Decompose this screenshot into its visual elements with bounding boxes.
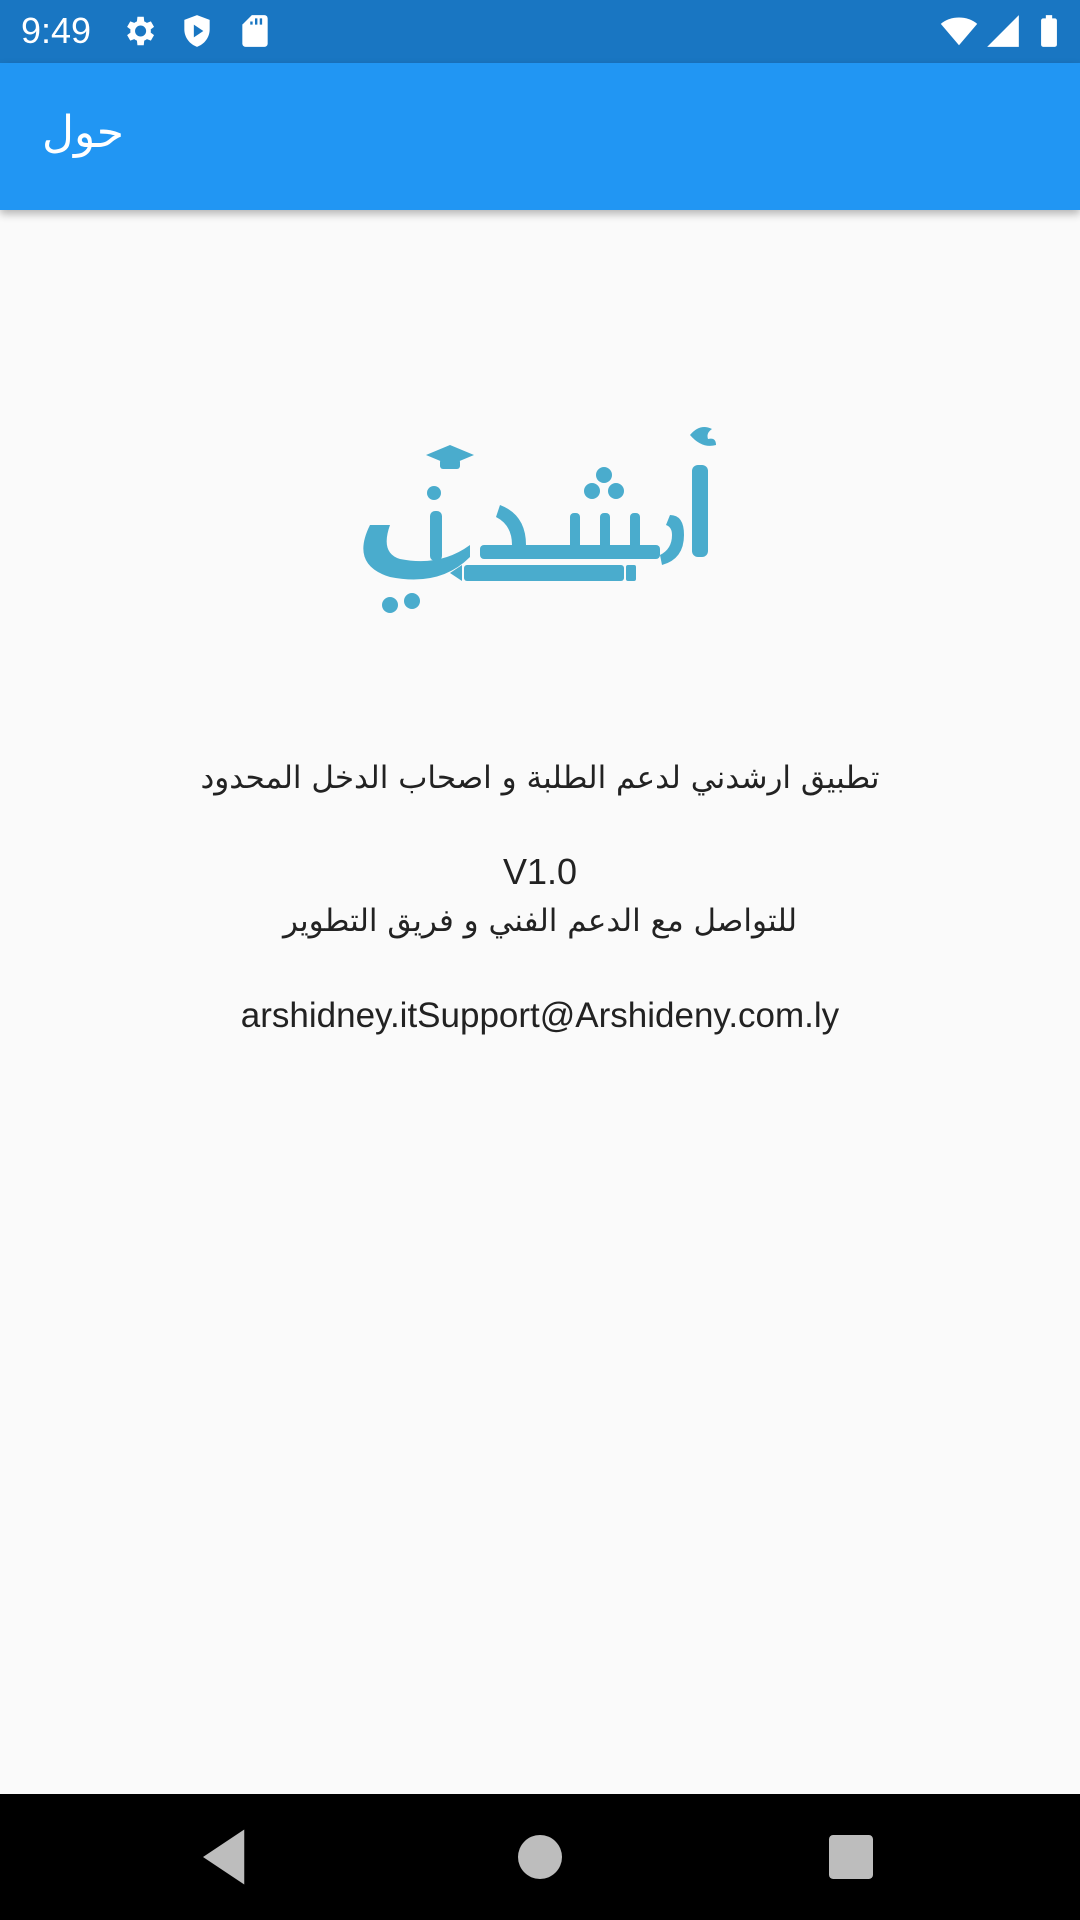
status-bar: 9:49 <box>0 0 1080 63</box>
home-icon[interactable] <box>507 1824 573 1890</box>
battery-icon <box>1041 15 1057 47</box>
sd-card-icon <box>242 15 268 47</box>
app-version: V1.0 <box>502 851 578 892</box>
support-email[interactable]: arshidney.itSupport@Arshideny.com.ly <box>0 990 1080 1042</box>
app-description: تطبيق ارشدني لدعم الطلبة و اصحاب الدخل ا… <box>200 760 880 796</box>
page-title: حول <box>42 107 124 158</box>
system-nav-bar <box>0 1794 1080 1920</box>
back-icon[interactable] <box>192 1824 258 1890</box>
shield-play-icon <box>184 15 210 47</box>
contact-label: للتواصل مع الدعم الفني و فريق التطوير <box>282 903 798 939</box>
signal-icon <box>987 15 1019 47</box>
settings-icon <box>127 16 155 46</box>
app-logo <box>363 427 716 613</box>
recents-icon[interactable] <box>818 1824 884 1890</box>
status-time: 9:49 <box>21 10 92 51</box>
wifi-icon <box>940 17 978 46</box>
app-bar: حول <box>0 63 1080 210</box>
